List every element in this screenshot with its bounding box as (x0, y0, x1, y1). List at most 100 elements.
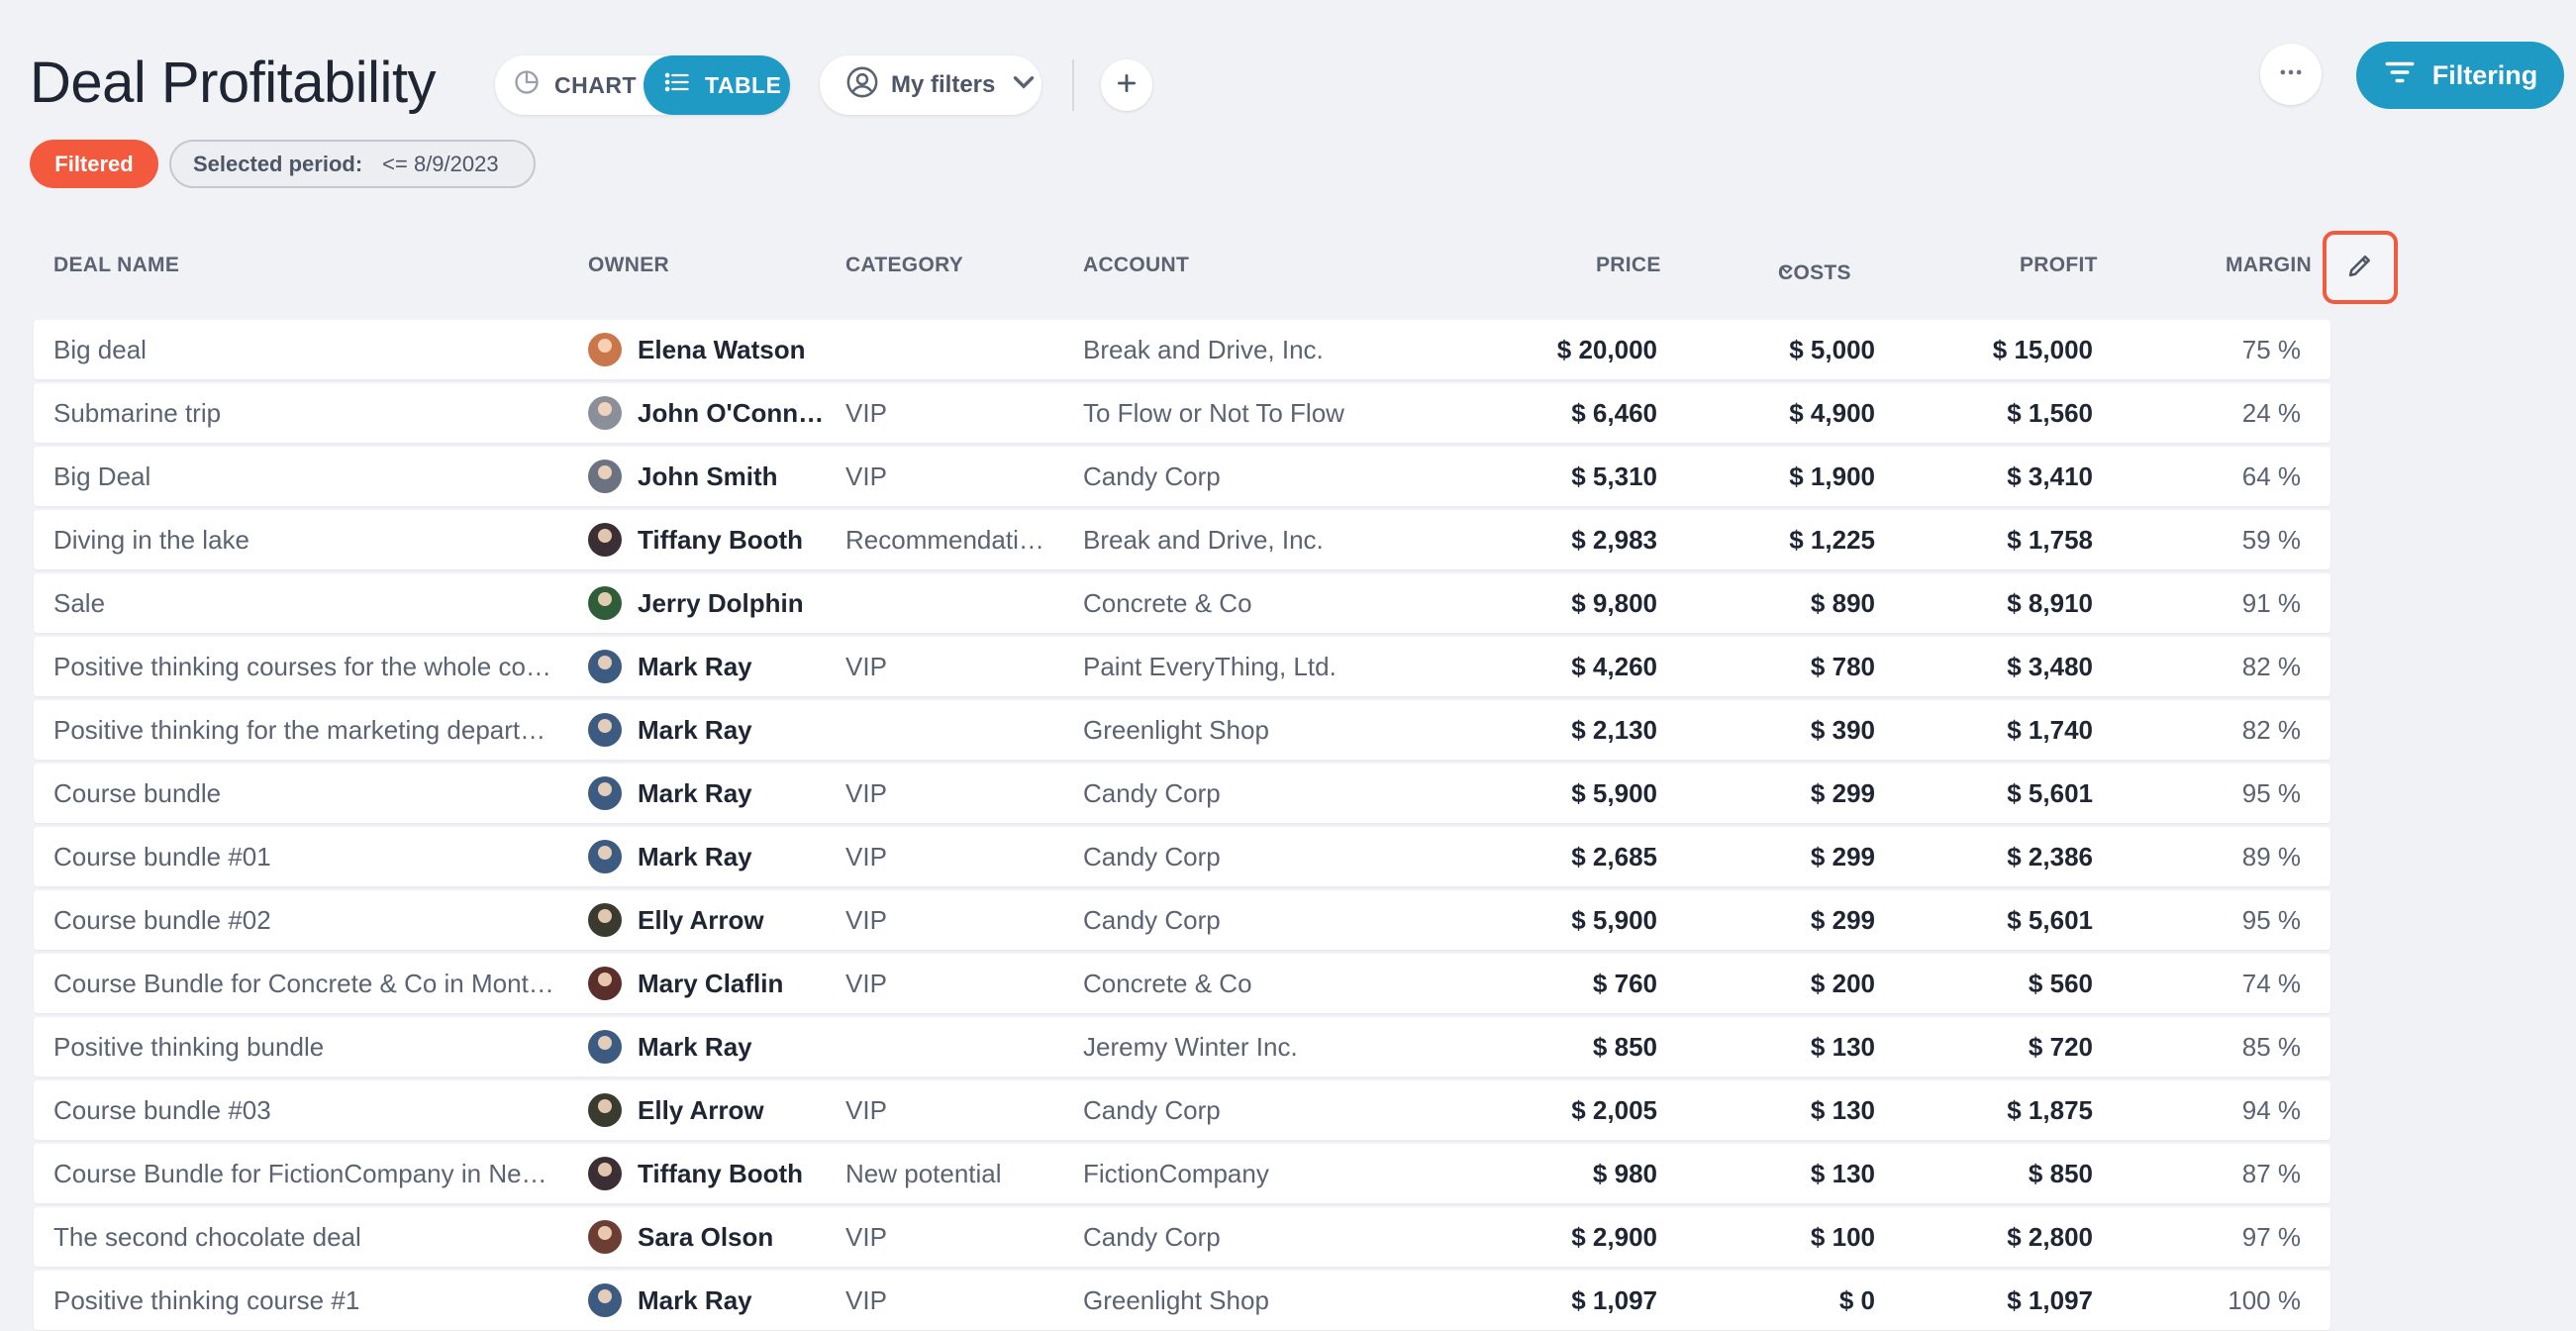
margin-cell: 59 % (2241, 525, 2301, 555)
margin-cell: 94 % (2241, 1095, 2301, 1125)
deal-name-cell[interactable]: Positive thinking courses for the whole … (53, 637, 568, 696)
profit-cell: $ 560 (2028, 969, 2093, 998)
avatar (588, 1157, 622, 1190)
table-row[interactable]: Course bundle #03 Elly Arrow VIP Candy Corp… (34, 1080, 2330, 1140)
avatar (588, 1030, 622, 1064)
owner-name: Mark Ray (638, 842, 752, 871)
avatar (588, 967, 622, 1000)
profit-cell: $ 1,758 (2007, 525, 2093, 555)
filtering-button[interactable]: Filtering (2356, 42, 2564, 109)
owner-name: Elena Watson (638, 335, 806, 364)
price-cell: $ 2,130 (1571, 715, 1657, 745)
add-button[interactable] (1101, 59, 1152, 111)
costs-cell: $ 299 (1810, 905, 1875, 935)
category-cell (845, 573, 1053, 633)
column-header-owner[interactable]: OWNER (588, 254, 669, 277)
category-cell: VIP (845, 461, 887, 491)
owner-name: Mark Ray (638, 652, 752, 681)
margin-cell: 82 % (2241, 652, 2301, 681)
table-row[interactable]: Positive thinking bundle Mark Ray Jeremy W… (34, 1017, 2330, 1076)
owner-name: Tiffany Booth (638, 1159, 804, 1188)
profit-cell: $ 720 (2028, 1032, 2093, 1062)
deal-name-cell[interactable]: Submarine trip (53, 383, 568, 443)
table-row[interactable]: Course Bundle for FictionCompany in Ne… T… (34, 1144, 2330, 1203)
list-icon (663, 68, 691, 102)
selected-period-chip[interactable]: Selected period: <= 8/9/2023 (169, 140, 536, 188)
price-cell: $ 850 (1592, 1032, 1657, 1062)
owner-name: Mark Ray (638, 1032, 752, 1062)
margin-cell: 87 % (2241, 1159, 2301, 1188)
table-row[interactable]: Positive thinking for the marketing depa… (34, 700, 2330, 760)
column-header-category[interactable]: CATEGORY (845, 254, 963, 277)
margin-cell: 82 % (2241, 715, 2301, 745)
owner-cell: Elly Arrow (588, 890, 826, 950)
price-cell: $ 1,097 (1571, 1285, 1657, 1315)
category-cell: Recommendati… (845, 525, 1044, 555)
category-cell: VIP (845, 1095, 887, 1125)
table-row[interactable]: Course Bundle for Concrete & Co in Mont…… (34, 954, 2330, 1013)
table-row[interactable]: Diving in the lake Tiffany Booth Recommend… (34, 510, 2330, 569)
deal-name-cell[interactable]: Big Deal (53, 447, 568, 506)
table-row[interactable]: Big Deal John Smith VIP Candy Corp $ 5,310 $ … (34, 447, 2330, 506)
column-header-margin[interactable]: MARGIN (2226, 254, 2312, 277)
price-cell: $ 760 (1592, 969, 1657, 998)
deal-name-cell[interactable]: Positive thinking bundle (53, 1017, 568, 1076)
table-row[interactable]: Submarine trip John O'Conn… VIP To Flow or … (34, 383, 2330, 443)
table-row[interactable]: The second chocolate deal Sara Olson VIP Ca… (34, 1207, 2330, 1267)
column-header-account[interactable]: ACCOUNT (1083, 254, 1189, 277)
column-header-profit[interactable]: PROFIT (2020, 254, 2098, 277)
deal-name-cell[interactable]: Positive thinking for the marketing depa… (53, 700, 568, 760)
table-view-button[interactable]: TABLE (644, 55, 790, 115)
column-header-price[interactable]: PRICE (1596, 254, 1661, 277)
chart-view-button[interactable]: CHART (495, 55, 644, 115)
deal-name-cell[interactable]: Course Bundle for Concrete & Co in Mont… (53, 954, 568, 1013)
deal-name-cell[interactable]: The second chocolate deal (53, 1207, 568, 1267)
owner-cell: Tiffany Booth (588, 510, 826, 569)
owner-name: Mark Ray (638, 1285, 752, 1315)
owner-cell: Elena Watson (588, 320, 826, 379)
avatar (588, 713, 622, 747)
table-row[interactable]: Course bundle #02 Elly Arrow VIP Candy Corp… (34, 890, 2330, 950)
profit-cell: $ 3,410 (2007, 461, 2093, 491)
toolbar-divider (1072, 59, 1074, 111)
deal-name-cell[interactable]: Course Bundle for FictionCompany in Ne… (53, 1144, 568, 1203)
table-row[interactable]: Course bundle #01 Mark Ray VIP Candy Corp $ … (34, 827, 2330, 886)
table-row[interactable]: Positive thinking course #1 Mark Ray VIP Gr… (34, 1271, 2330, 1330)
column-header-deal-name[interactable]: DEAL NAME (53, 254, 179, 277)
deal-name-cell[interactable]: Diving in the lake (53, 510, 568, 569)
owner-cell: Mark Ray (588, 827, 826, 886)
table-row[interactable]: Sale Jerry Dolphin Concrete & Co $ 9,800 $ 8… (34, 573, 2330, 633)
deal-name-cell[interactable]: Course bundle #03 (53, 1080, 568, 1140)
deal-name-cell[interactable]: Big deal (53, 320, 568, 379)
table-header: DEAL NAME OWNER CATEGORY ACCOUNT PRICE C… (34, 246, 2330, 285)
category-cell: VIP (845, 905, 887, 935)
profit-cell: $ 1,560 (2007, 398, 2093, 428)
price-cell: $ 4,260 (1571, 652, 1657, 681)
view-toggle: CHART TABLE (495, 55, 790, 115)
owner-name: Sara Olson (638, 1222, 774, 1252)
deal-name-cell[interactable]: Course bundle #02 (53, 890, 568, 950)
deal-name-cell[interactable]: Sale (53, 573, 568, 633)
deal-name-cell[interactable]: Course bundle (53, 764, 568, 823)
table-row[interactable]: Course bundle Mark Ray VIP Candy Corp $ 5,90… (34, 764, 2330, 823)
profit-cell: $ 850 (2028, 1159, 2093, 1188)
margin-cell: 24 % (2241, 398, 2301, 428)
category-cell (845, 700, 1053, 760)
owner-cell: Mary Claflin (588, 954, 826, 1013)
deal-name-cell[interactable]: Course bundle #01 (53, 827, 568, 886)
price-cell: $ 5,900 (1571, 905, 1657, 935)
deal-name-cell[interactable]: Positive thinking course #1 (53, 1271, 568, 1330)
chevron-down-icon (1007, 65, 1040, 106)
table-row[interactable]: Positive thinking courses for the whole … (34, 637, 2330, 696)
avatar (588, 840, 622, 873)
table-view-label: TABLE (705, 71, 782, 98)
margin-cell: 75 % (2241, 335, 2301, 364)
avatar (588, 903, 622, 937)
costs-cell: $ 299 (1810, 778, 1875, 808)
margin-cell: 64 % (2241, 461, 2301, 491)
my-filters-dropdown[interactable]: My filters (820, 55, 1041, 115)
edit-columns-button[interactable] (2323, 231, 2398, 304)
avatar (588, 523, 622, 557)
more-options-button[interactable] (2260, 44, 2322, 105)
table-row[interactable]: Big deal Elena Watson Break and Drive, Inc… (34, 320, 2330, 379)
